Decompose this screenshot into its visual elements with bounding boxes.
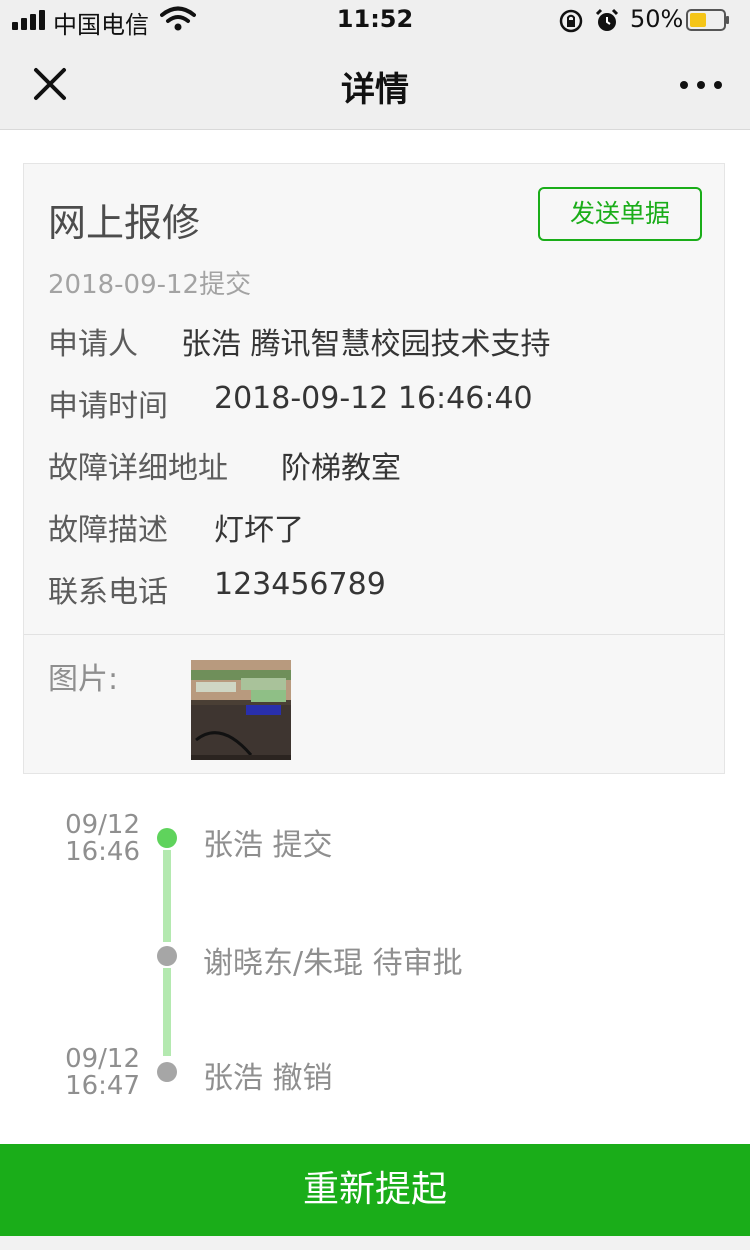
timeline-dot-pending — [157, 1062, 177, 1082]
battery-icon — [686, 9, 729, 31]
timeline-event: 谢晓东/朱琨 待审批 — [203, 946, 463, 981]
card-title: 网上报修 — [48, 201, 201, 245]
timeline-dot-done — [157, 828, 177, 848]
alarm-icon — [595, 8, 619, 31]
status-bar: 中国电信 11:52 50% — [0, 0, 750, 40]
photo-thumbnail[interactable] — [191, 660, 291, 760]
timeline-dot-pending — [157, 946, 177, 966]
divider — [24, 634, 724, 635]
submit-date: 2018-09-12提交 — [48, 270, 252, 300]
nav-bar: 详情 — [0, 40, 750, 130]
resubmit-button[interactable]: 重新提起 — [0, 1144, 750, 1236]
description-value: 灯坏了 — [214, 513, 304, 548]
phone-label: 联系电话 — [48, 575, 168, 610]
address-value: 阶梯教室 — [281, 451, 401, 486]
send-document-button[interactable]: 发送单据 — [538, 187, 702, 241]
detail-card: 网上报修 发送单据 2018-09-12提交 申请人 张浩 腾讯智慧校园技术支持… — [23, 163, 725, 774]
timeline-date: 09/12 16:46 — [65, 810, 140, 867]
timeline-event: 张浩 提交 — [203, 828, 333, 863]
timeline-line — [163, 850, 171, 942]
phone-value: 123456789 — [214, 567, 386, 602]
classroom-photo — [191, 660, 291, 760]
rotation-lock-icon — [559, 9, 583, 33]
timeline-event: 张浩 撤销 — [203, 1061, 333, 1096]
applicant-value: 张浩 腾讯智慧校园技术支持 — [181, 327, 551, 362]
timeline-line — [163, 968, 171, 1056]
home-indicator-area — [0, 1236, 750, 1250]
timeline-date: 09/12 16:47 — [65, 1044, 140, 1101]
apply-time-label: 申请时间 — [48, 389, 168, 424]
address-label: 故障详细地址 — [48, 451, 228, 486]
applicant-label: 申请人 — [48, 327, 138, 362]
apply-time-value: 2018-09-12 16:46:40 — [214, 381, 533, 416]
description-label: 故障描述 — [48, 513, 168, 548]
page-title: 详情 — [341, 70, 409, 110]
image-label: 图片: — [48, 662, 119, 697]
battery-percent: 50% — [630, 5, 684, 33]
more-icon[interactable] — [676, 70, 726, 100]
